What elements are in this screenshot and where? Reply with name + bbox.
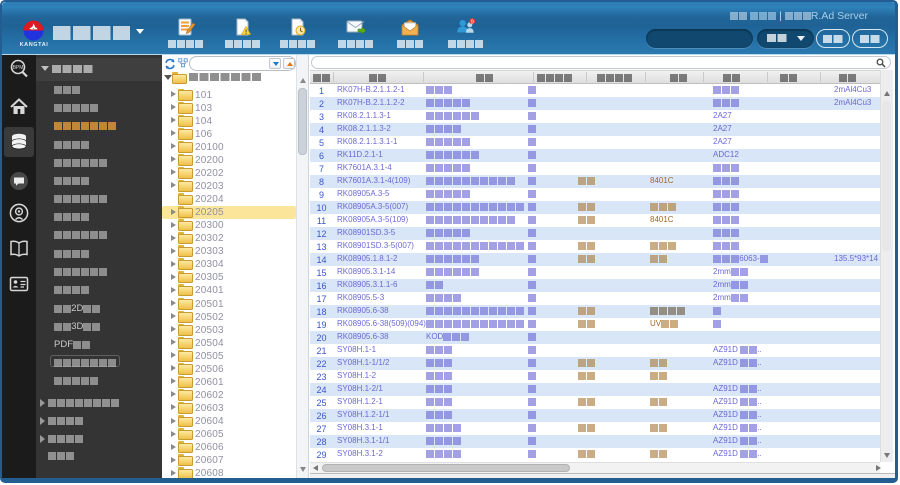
svg-text:9: 9	[471, 19, 474, 25]
svg-text:BPM: BPM	[13, 65, 24, 71]
